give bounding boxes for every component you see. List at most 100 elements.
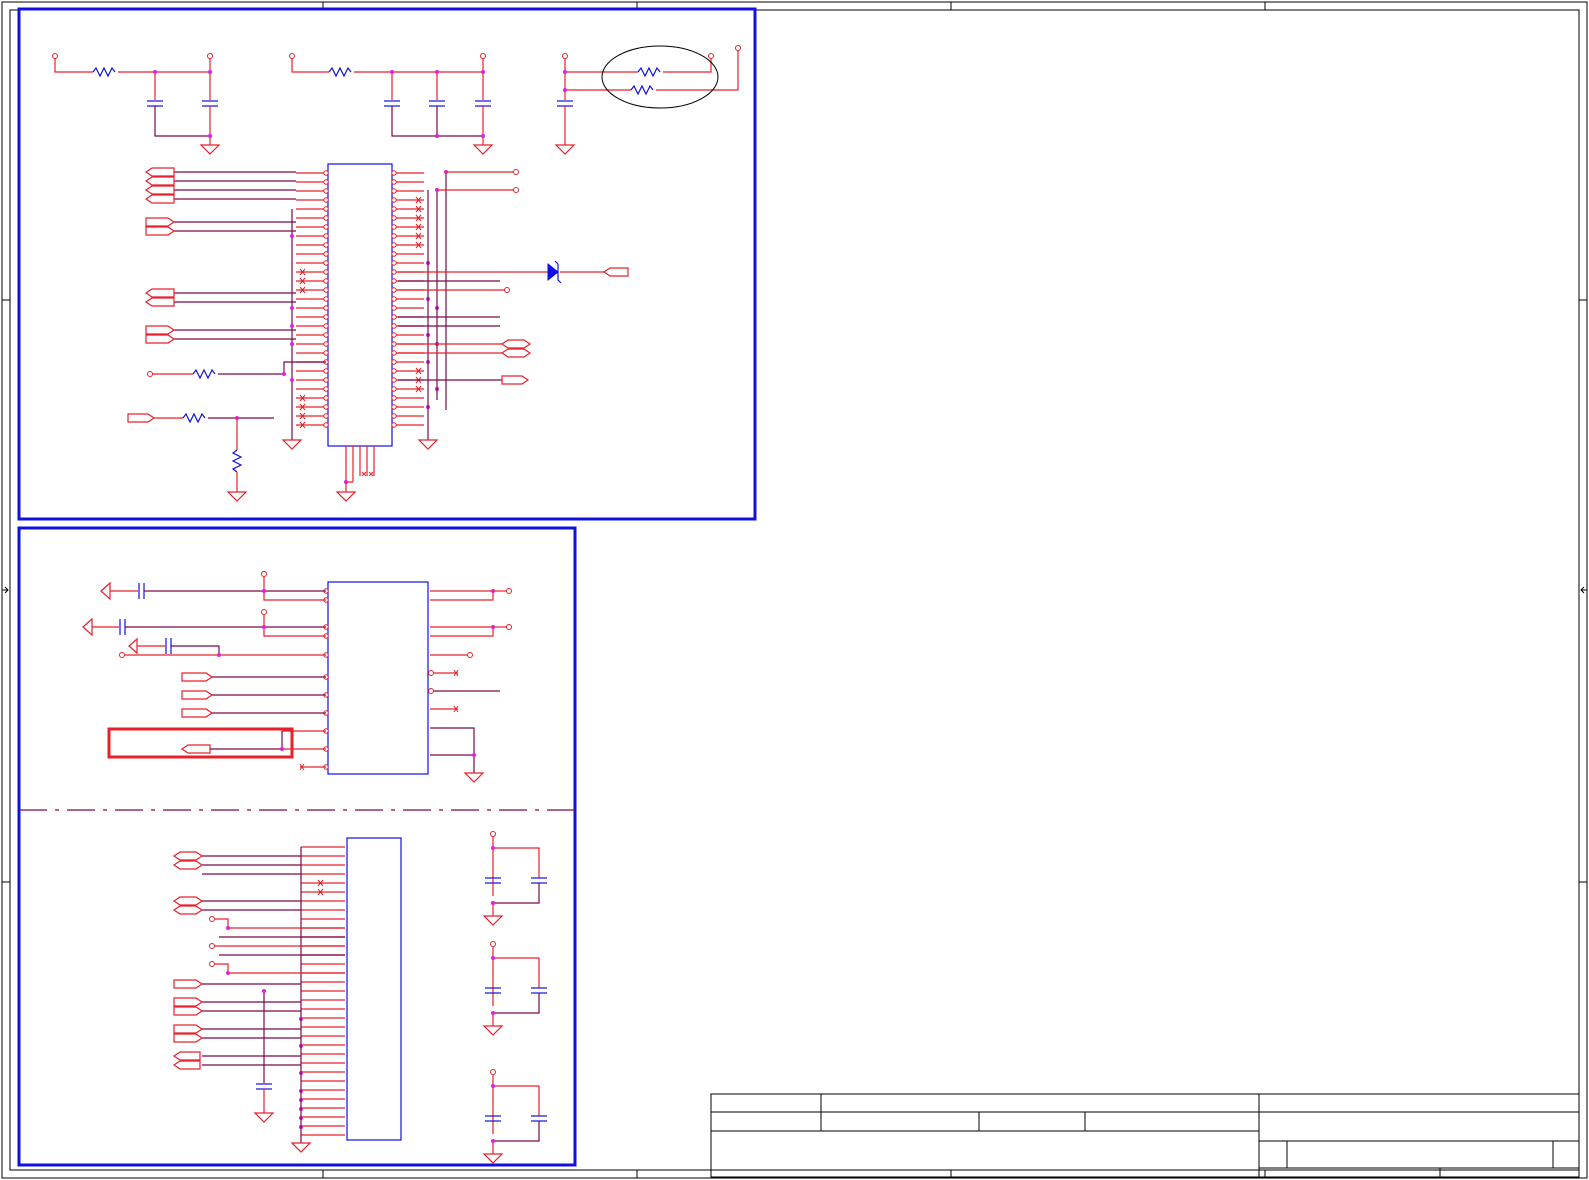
resistor-icon (182, 412, 206, 424)
ground-icon (417, 439, 439, 450)
ic-chip (327, 163, 393, 447)
pin-end (391, 269, 397, 275)
pin-end (391, 251, 397, 257)
power-pin (490, 831, 496, 837)
diode-icon (547, 260, 562, 284)
capacitor-icon (384, 100, 400, 107)
pin-end (323, 188, 329, 194)
ground-icon (290, 1142, 312, 1153)
port-icon (172, 905, 204, 915)
port-icon (144, 185, 175, 195)
port-icon (145, 217, 176, 227)
port-icon (501, 375, 530, 385)
pin-end (391, 422, 397, 428)
port-icon (181, 708, 214, 718)
filter-network-2 (289, 53, 494, 155)
pin-end (391, 404, 397, 410)
pin-end (391, 386, 397, 392)
port-icon (173, 997, 204, 1007)
pin-end (391, 296, 397, 302)
decoupling-capacitors (482, 831, 547, 1164)
pin-end (323, 323, 329, 329)
resistor-icon (92, 66, 116, 78)
port-icon (172, 860, 204, 870)
capacitor-icon (119, 619, 126, 635)
pin-end (323, 287, 329, 293)
capacitor-icon (147, 100, 163, 107)
ground-icon (281, 439, 303, 450)
pin-end (323, 404, 329, 410)
ic-left-pins (174, 170, 329, 429)
top-block (17, 7, 757, 521)
port-icon (172, 851, 204, 861)
pin-end (323, 251, 329, 257)
pin-end (323, 233, 329, 239)
pin-end (391, 278, 397, 284)
pin-end (391, 215, 397, 221)
port-icon (180, 744, 211, 754)
port-icon (173, 979, 204, 989)
ic-chip (346, 837, 402, 1141)
ground-icon (482, 915, 504, 926)
resistor-icon (192, 368, 216, 380)
ground-icon (226, 491, 248, 502)
pin-end (323, 350, 329, 356)
capacitor-icon (475, 100, 491, 107)
port-icon (144, 288, 175, 298)
pin-end (391, 179, 397, 185)
pin-end (391, 323, 397, 329)
pin-end (391, 305, 397, 311)
capacitor-icon (202, 100, 218, 107)
schematic-sheet (1, 1, 1588, 1179)
capacitor-icon (138, 583, 145, 599)
capacitor-group (482, 1069, 547, 1164)
pin-end (323, 296, 329, 302)
port-icon (181, 672, 214, 682)
pin-end (323, 269, 329, 275)
pin-end (323, 179, 329, 185)
port-icon (173, 1006, 204, 1016)
port-icon (500, 348, 532, 358)
resistor-icon (328, 66, 352, 78)
ground-icon (199, 144, 221, 155)
capacitor-icon (531, 877, 547, 884)
pin-end (391, 368, 397, 374)
pin-end (391, 170, 397, 176)
pin-end (323, 422, 329, 428)
ground-icon (482, 1153, 504, 1164)
port-icon (144, 167, 175, 177)
pin-end (391, 206, 397, 212)
pin-end (323, 197, 329, 203)
resistor-icon (231, 449, 243, 473)
port-icon (100, 581, 111, 601)
pin-end (391, 260, 397, 266)
pin-end (323, 332, 329, 338)
pin-end (391, 413, 397, 419)
port-icon (144, 194, 175, 204)
pin-end (323, 413, 329, 419)
filter-network-3 (554, 45, 741, 155)
pin-end (391, 341, 397, 347)
port-icon (82, 617, 93, 637)
ic-left-pins (202, 846, 345, 1136)
pin-end (323, 341, 329, 347)
resistor-icon (630, 84, 654, 96)
filter-network-1 (52, 53, 221, 155)
port-icon (173, 1024, 204, 1034)
ic-right-pins (391, 170, 439, 428)
capacitor-group (482, 941, 547, 1036)
capacitor-icon (429, 100, 445, 107)
pin-end (391, 233, 397, 239)
pin-end (323, 368, 329, 374)
ground-icon (253, 1112, 275, 1123)
pin-end (323, 260, 329, 266)
power-pin (490, 941, 496, 947)
ground-icon (472, 144, 494, 155)
pin-end (323, 377, 329, 383)
ground-icon (463, 772, 485, 783)
pin-end (391, 224, 397, 230)
capacitor-icon (531, 1115, 547, 1122)
capacitor-icon (256, 1083, 272, 1090)
port-icon (144, 297, 175, 307)
title-block (710, 1093, 1580, 1178)
